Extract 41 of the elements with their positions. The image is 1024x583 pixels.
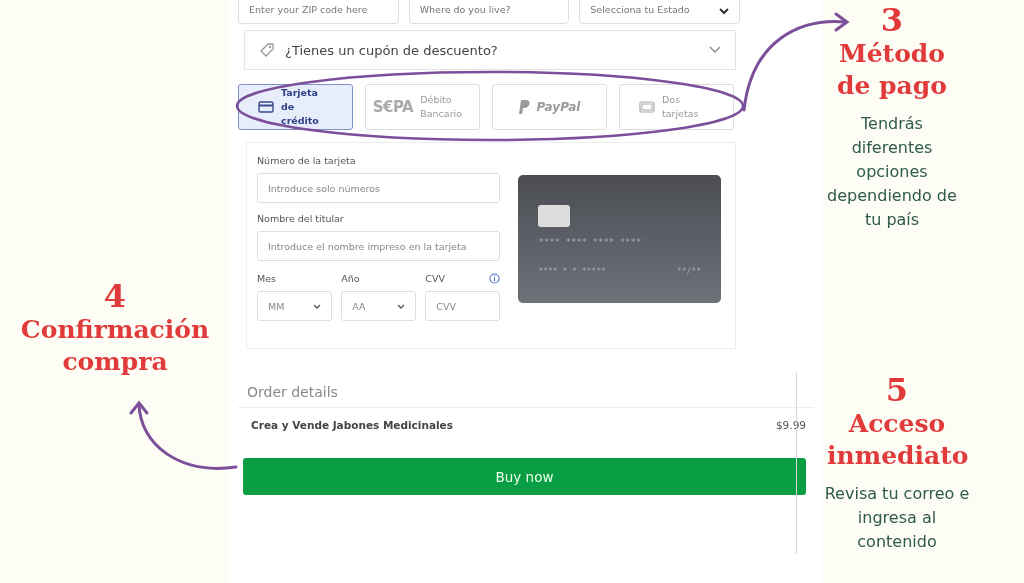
tag-icon <box>259 42 275 58</box>
payment-method-tab[interactable]: PayPal <box>492 84 607 130</box>
step-number: 5 <box>885 372 909 408</box>
step-description: Tendrás diferentes opciones dependiendo de tu país <box>827 113 957 231</box>
step-number: 4 <box>103 278 127 314</box>
input-field[interactable]: Where do you live? <box>408 0 570 24</box>
input-field[interactable]: Introduce el nombre impreso en la tarjeta <box>257 231 501 261</box>
step-title: Método de pago <box>836 38 948 102</box>
field-label: Mes <box>257 273 277 284</box>
step-title: Confirmación compra <box>19 314 211 378</box>
field-label: Nombre del titular <box>257 213 345 224</box>
chevron-down-icon <box>313 303 322 309</box>
field-label: Número de la tarjeta <box>257 155 357 166</box>
cards-icon <box>639 101 655 113</box>
payment-method-tab[interactable]: Tarjeta de crédito <box>238 84 353 130</box>
card-expiry: **/** <box>676 267 701 276</box>
order-title: Order details <box>238 384 814 408</box>
field-label: CVV <box>425 273 445 284</box>
step-number: 3 <box>880 2 904 38</box>
field-label: Año <box>341 273 361 284</box>
chevron-down-icon <box>719 8 729 15</box>
state-dropdown[interactable]: Selecciona tu Estado <box>579 0 740 24</box>
card-number: **** **** **** **** <box>538 237 643 247</box>
input-field[interactable]: CVV <box>425 291 501 321</box>
coupon-dropdown[interactable]: ¿Tienes un cupón de descuento? <box>244 30 736 70</box>
input-field[interactable]: Enter your ZIP code here <box>238 0 399 24</box>
p-logo-icon <box>518 100 530 114</box>
step-description: Revisa tu correo e ingresa al contenido <box>823 483 971 553</box>
credit-card-icon <box>258 101 274 113</box>
chip-icon <box>538 205 571 227</box>
chevron-down-icon <box>397 303 406 309</box>
payment-method-tab[interactable]: Dos tarjetas <box>619 84 734 130</box>
step-title: Acceso inmediato <box>827 408 967 472</box>
card-text: **** * * ***** <box>538 267 606 276</box>
month-dropdown[interactable]: MM <box>257 291 333 321</box>
product-name: Crea y Vende Jabones Medicinales <box>251 419 453 433</box>
buy-now-button[interactable]: Buy now <box>243 458 806 495</box>
product-price: $9.99 <box>775 419 806 433</box>
input-field[interactable]: Introduce solo números <box>257 173 501 203</box>
year-dropdown[interactable]: AA <box>341 291 417 321</box>
info-icon[interactable] <box>489 273 501 284</box>
